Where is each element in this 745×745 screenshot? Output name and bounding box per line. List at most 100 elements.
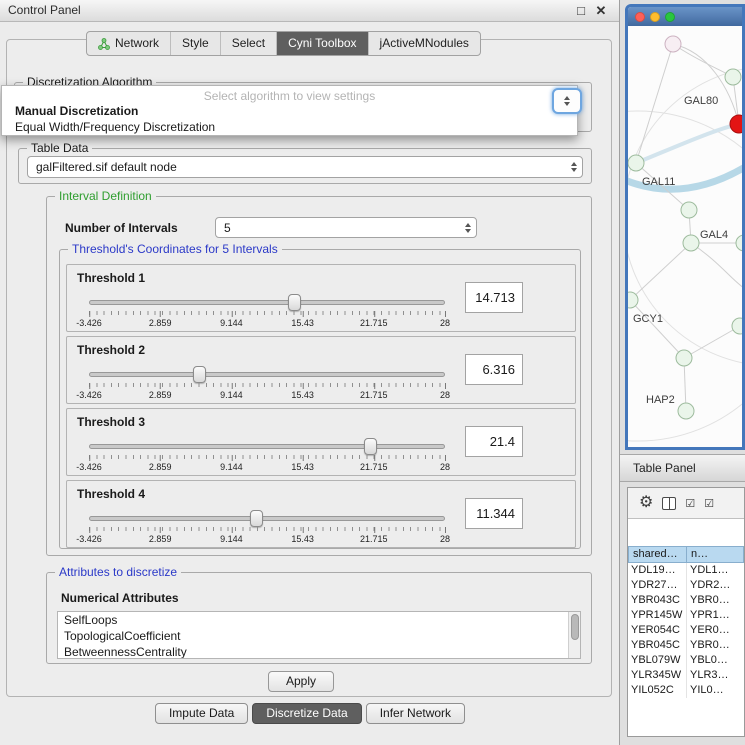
- control-panel-titlebar[interactable]: Control Panel □ ✕: [0, 0, 619, 22]
- algorithm-option-equal-width[interactable]: Equal Width/Frequency Discretization: [15, 120, 215, 134]
- minor-ticks: [89, 527, 445, 531]
- stepper-down-icon: [564, 102, 570, 106]
- cell[interactable]: YBL0…: [687, 653, 744, 668]
- table-row[interactable]: YER054CYER0…: [628, 623, 744, 638]
- cell[interactable]: YBR045C: [628, 638, 687, 653]
- tab-label: Style: [182, 32, 209, 55]
- close-traffic-light-icon[interactable]: [635, 12, 645, 22]
- scrollbar-thumb[interactable]: [571, 614, 579, 640]
- tab-discretize-data[interactable]: Discretize Data: [252, 703, 361, 724]
- cell[interactable]: YDR27…: [628, 578, 687, 593]
- slider-thumb[interactable]: [193, 366, 206, 383]
- slider-thumb[interactable]: [364, 438, 377, 455]
- slider-track[interactable]: [89, 444, 445, 449]
- table-row[interactable]: YIL052CYIL0…: [628, 683, 744, 698]
- algorithm-option-manual[interactable]: Manual Discretization: [15, 104, 138, 118]
- dropdown-placeholder-item: Select algorithm to view settings: [2, 89, 577, 103]
- cell[interactable]: YER054C: [628, 623, 687, 638]
- tab-select[interactable]: Select: [220, 32, 276, 55]
- tab-impute-data[interactable]: Impute Data: [155, 703, 248, 724]
- float-window-icon[interactable]: □: [573, 0, 589, 21]
- minor-ticks: [89, 383, 445, 387]
- select-all-checkbox-icon[interactable]: ☑: [685, 497, 695, 510]
- slider-thumb[interactable]: [250, 510, 263, 527]
- network-node-label: GAL4: [700, 229, 728, 241]
- network-window-titlebar[interactable]: [628, 7, 742, 26]
- list-scrollbar[interactable]: [568, 612, 580, 658]
- zoom-traffic-light-icon[interactable]: [665, 12, 675, 22]
- table-row[interactable]: YDR27…YDR2…: [628, 578, 744, 593]
- cell[interactable]: YIL052C: [628, 683, 687, 698]
- tab-infer-network[interactable]: Infer Network: [366, 703, 465, 724]
- threshold-label: Threshold 1: [77, 271, 145, 285]
- network-edge[interactable]: [636, 124, 739, 163]
- list-item[interactable]: BetweennessCentrality: [58, 644, 580, 659]
- network-view-window[interactable]: GAL80 GAL11 GAL4 GCY1 HAP2: [625, 4, 745, 450]
- slider-track[interactable]: [89, 300, 445, 305]
- tick-label: 21.715: [360, 534, 388, 544]
- gear-icon[interactable]: ⚙: [639, 495, 653, 511]
- column-header[interactable]: shared…: [628, 546, 687, 563]
- cell[interactable]: YDR2…: [687, 578, 744, 593]
- cell[interactable]: YLR3…: [687, 668, 744, 683]
- right-region: GAL80 GAL11 GAL4 GCY1 HAP2 Table Panel ⚙…: [620, 0, 745, 745]
- cell[interactable]: YBR0…: [687, 638, 744, 653]
- number-of-intervals-label: Number of Intervals: [65, 221, 178, 235]
- tab-jactivemnodules[interactable]: jActiveMNodules: [368, 32, 480, 55]
- table-row[interactable]: YLR345WYLR3…: [628, 668, 744, 683]
- threshold-2-value-input[interactable]: 6.316: [465, 354, 523, 385]
- cell[interactable]: YIL0…: [687, 683, 744, 698]
- network-node: [683, 235, 699, 251]
- cell[interactable]: YBR043C: [628, 593, 687, 608]
- split-columns-icon[interactable]: [662, 497, 676, 510]
- table-row[interactable]: YBR043CYBR0…: [628, 593, 744, 608]
- cell[interactable]: YDL19…: [628, 563, 687, 578]
- threshold-3-slider[interactable]: [89, 439, 445, 455]
- cell[interactable]: YPR1…: [687, 608, 744, 623]
- threshold-2-slider[interactable]: [89, 367, 445, 383]
- thresholds-group: Threshold's Coordinates for 5 Intervals …: [59, 249, 581, 549]
- algorithm-combo-stepper[interactable]: [552, 88, 582, 114]
- tab-network[interactable]: Network: [87, 32, 170, 55]
- table-row[interactable]: YDL19…YDL1…: [628, 563, 744, 578]
- tab-style[interactable]: Style: [170, 32, 220, 55]
- threshold-4-value-input[interactable]: 11.344: [465, 498, 523, 529]
- tick-label: 21.715: [360, 318, 388, 328]
- cell[interactable]: YBL079W: [628, 653, 687, 668]
- slider-thumb[interactable]: [288, 294, 301, 311]
- threshold-1-value-input[interactable]: 14.713: [465, 282, 523, 313]
- network-node: [725, 69, 741, 85]
- network-graph[interactable]: GAL80 GAL11 GAL4 GCY1 HAP2: [628, 26, 742, 447]
- cell[interactable]: YLR345W: [628, 668, 687, 683]
- numerical-attributes-list[interactable]: SelfLoops TopologicalCoefficient Between…: [57, 611, 581, 659]
- threshold-4-slider[interactable]: [89, 511, 445, 527]
- number-of-intervals-select[interactable]: 5: [215, 217, 477, 238]
- network-nodes[interactable]: [628, 36, 742, 419]
- close-window-icon[interactable]: ✕: [593, 0, 609, 21]
- cell[interactable]: YPR145W: [628, 608, 687, 623]
- network-canvas[interactable]: GAL80 GAL11 GAL4 GCY1 HAP2: [628, 26, 742, 447]
- table-row[interactable]: YBR045CYBR0…: [628, 638, 744, 653]
- minimize-traffic-light-icon[interactable]: [650, 12, 660, 22]
- cell[interactable]: YBR0…: [687, 593, 744, 608]
- threshold-3-value-input[interactable]: 21.4: [465, 426, 523, 457]
- group-title: Attributes to discretize: [55, 565, 181, 580]
- tick-label: 15.43: [291, 534, 314, 544]
- cell[interactable]: YER0…: [687, 623, 744, 638]
- slider-track[interactable]: [89, 372, 445, 377]
- cell[interactable]: YDL1…: [687, 563, 744, 578]
- network-node: [678, 403, 694, 419]
- column-header[interactable]: n…: [687, 546, 744, 563]
- list-item[interactable]: TopologicalCoefficient: [58, 628, 580, 644]
- table-row[interactable]: YBL079WYBL0…: [628, 653, 744, 668]
- slider-track[interactable]: [89, 516, 445, 521]
- tab-cyni-toolbox[interactable]: Cyni Toolbox: [276, 32, 367, 55]
- apply-button[interactable]: Apply: [268, 671, 334, 692]
- select-column-checkbox-icon[interactable]: ☑: [704, 497, 714, 510]
- tick-label: 28: [440, 390, 450, 400]
- list-item[interactable]: SelfLoops: [58, 612, 580, 628]
- threshold-1-slider[interactable]: [89, 295, 445, 311]
- tick-label: -3.426: [76, 390, 102, 400]
- table-data-select[interactable]: galFiltered.sif default node: [27, 156, 583, 178]
- table-row[interactable]: YPR145WYPR1…: [628, 608, 744, 623]
